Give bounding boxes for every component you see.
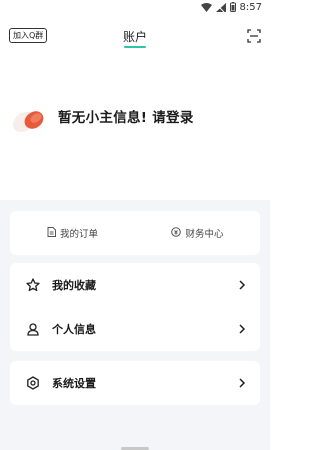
settings-card: 系统设置: [10, 361, 260, 405]
menu-item-favorites[interactable]: 我的收藏: [10, 263, 260, 307]
quick-links-card: 我的订单 财务中心: [10, 211, 260, 255]
user-icon: [26, 322, 40, 336]
my-orders-label: 我的订单: [59, 229, 98, 240]
wifi-icon: [200, 2, 212, 12]
login-banner[interactable]: 暂无小主信息! 请登录: [10, 98, 260, 138]
menu-item-personal-info[interactable]: 个人信息: [10, 307, 260, 351]
settings-icon: [26, 376, 40, 390]
chevron-right-icon: [238, 324, 246, 334]
login-prompt[interactable]: 暂无小主信息! 请登录: [58, 106, 194, 126]
my-orders-button[interactable]: 我的订单: [10, 226, 135, 240]
menu-item-label: 系统设置: [52, 377, 96, 390]
menu-item-label: 个人信息: [52, 323, 96, 336]
coin-icon: [171, 226, 182, 240]
scan-icon[interactable]: [247, 28, 261, 43]
status-bar: 8:57: [0, 0, 270, 14]
page-title: 账户: [122, 29, 147, 48]
menu-card: 我的收藏 个人信息: [10, 263, 260, 351]
app-header: 加入Q群 账户: [0, 22, 270, 50]
chevron-right-icon: [238, 378, 246, 388]
battery-icon: [229, 2, 236, 12]
star-icon: [26, 278, 40, 292]
chevron-right-icon: [238, 280, 246, 290]
document-icon: [47, 226, 56, 240]
finance-center-button[interactable]: 财务中心: [135, 226, 260, 240]
menu-item-settings[interactable]: 系统设置: [10, 361, 260, 405]
signal-icon: [215, 2, 226, 12]
finance-center-label: 财务中心: [185, 229, 224, 240]
join-group-button[interactable]: 加入Q群: [9, 28, 48, 43]
status-time: 8:57: [239, 1, 262, 13]
menu-item-label: 我的收藏: [52, 279, 96, 292]
avatar: [10, 98, 50, 138]
